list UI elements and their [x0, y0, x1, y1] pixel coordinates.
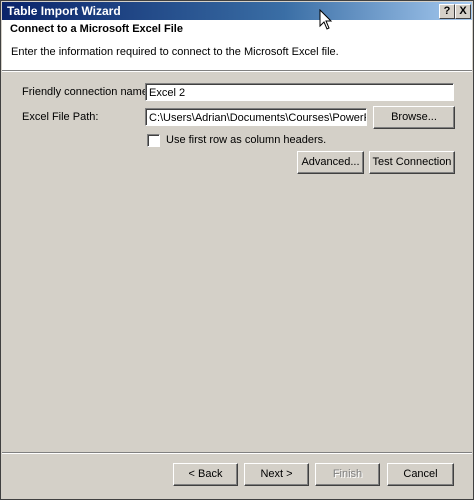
page-title: Connect to a Microsoft Excel File	[10, 23, 183, 35]
window-title: Table Import Wizard	[7, 4, 121, 18]
next-button[interactable]: Next >	[244, 463, 309, 486]
finish-button[interactable]: Finish	[315, 463, 380, 486]
close-button[interactable]: X	[455, 4, 471, 19]
friendly-name-input[interactable]: Excel 2	[145, 83, 454, 101]
friendly-name-label: Friendly connection name:	[22, 86, 152, 98]
cancel-button[interactable]: Cancel	[387, 463, 454, 486]
table-import-wizard-window: Table Import Wizard ? X Connect to a Mic…	[0, 0, 474, 500]
browse-button[interactable]: Browse...	[373, 106, 455, 129]
mouse-pointer-icon	[319, 9, 333, 30]
header-divider	[2, 71, 472, 72]
title-bar[interactable]: Table Import Wizard ? X	[2, 2, 472, 20]
wizard-header: Connect to a Microsoft Excel File Enter …	[2, 20, 472, 71]
footer-divider-highlight	[2, 453, 472, 454]
first-row-headers-checkbox[interactable]	[147, 134, 160, 147]
test-connection-button[interactable]: Test Connection	[369, 151, 455, 174]
back-button[interactable]: < Back	[173, 463, 238, 486]
help-button[interactable]: ?	[439, 4, 455, 19]
first-row-headers-label: Use first row as column headers.	[166, 134, 327, 146]
file-path-input[interactable]: C:\Users\Adrian\Documents\Courses\PowerP…	[145, 108, 367, 126]
advanced-button[interactable]: Advanced...	[297, 151, 364, 174]
file-path-label: Excel File Path:	[22, 111, 99, 123]
page-description: Enter the information required to connec…	[11, 46, 339, 58]
